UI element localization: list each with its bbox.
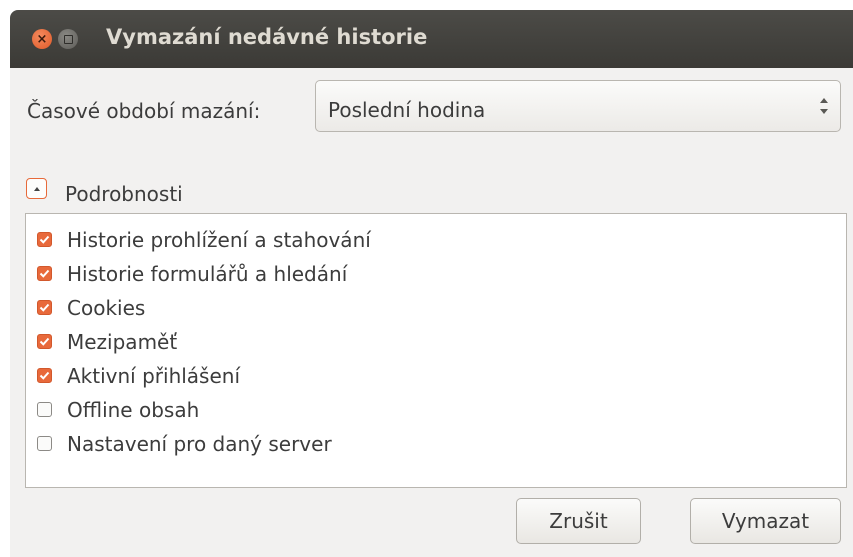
item-label: Aktivní přihlášení xyxy=(67,364,241,388)
list-item[interactable]: Nastavení pro daný server xyxy=(26,427,846,461)
title-bar: × Vymazání nedávné historie xyxy=(10,10,853,68)
checkmark-icon xyxy=(39,337,50,346)
checkbox[interactable] xyxy=(37,368,52,383)
details-label[interactable]: Podrobnosti xyxy=(65,182,183,206)
checkbox[interactable] xyxy=(37,334,52,349)
cancel-button[interactable]: Zrušit xyxy=(516,498,641,544)
list-item[interactable]: Offline obsah xyxy=(26,393,846,427)
item-label: Nastavení pro daný server xyxy=(67,432,332,456)
close-icon[interactable]: × xyxy=(32,29,52,49)
checkmark-icon xyxy=(39,303,50,312)
up-down-arrows-icon xyxy=(820,98,828,114)
item-label: Historie formulářů a hledání xyxy=(67,262,348,286)
list-item[interactable]: Aktivní přihlášení xyxy=(26,359,846,393)
time-range-select[interactable]: Poslední hodina xyxy=(315,80,841,132)
time-range-label: Časové období mazání: xyxy=(27,99,261,123)
item-label: Offline obsah xyxy=(67,398,200,422)
item-label: Cookies xyxy=(67,296,146,320)
list-item[interactable]: Mezipaměť xyxy=(26,325,846,359)
list-item[interactable]: Cookies xyxy=(26,291,846,325)
minimize-icon[interactable] xyxy=(58,29,78,49)
dialog-window: × Vymazání nedávné historie Časové obdob… xyxy=(10,10,853,557)
checkbox[interactable] xyxy=(37,436,52,451)
checkbox[interactable] xyxy=(37,232,52,247)
close-glyph: × xyxy=(36,31,48,47)
checkmark-icon xyxy=(39,269,50,278)
checkmark-icon xyxy=(39,235,50,244)
history-items-list: Historie prohlížení a stahování Historie … xyxy=(25,213,847,488)
clear-now-button[interactable]: Vymazat xyxy=(690,498,841,544)
checkbox[interactable] xyxy=(37,402,52,417)
item-label: Historie prohlížení a stahování xyxy=(67,228,371,252)
checkbox[interactable] xyxy=(37,266,52,281)
checkmark-icon xyxy=(39,371,50,380)
collapse-arrow-icon xyxy=(33,186,40,191)
details-expander-button[interactable] xyxy=(26,178,47,199)
checkbox[interactable] xyxy=(37,300,52,315)
item-label: Mezipaměť xyxy=(67,330,178,354)
list-item[interactable]: Historie prohlížení a stahování xyxy=(26,223,846,257)
window-title: Vymazání nedávné historie xyxy=(106,25,428,49)
list-item[interactable]: Historie formulářů a hledání xyxy=(26,257,846,291)
time-range-value: Poslední hodina xyxy=(328,98,486,122)
